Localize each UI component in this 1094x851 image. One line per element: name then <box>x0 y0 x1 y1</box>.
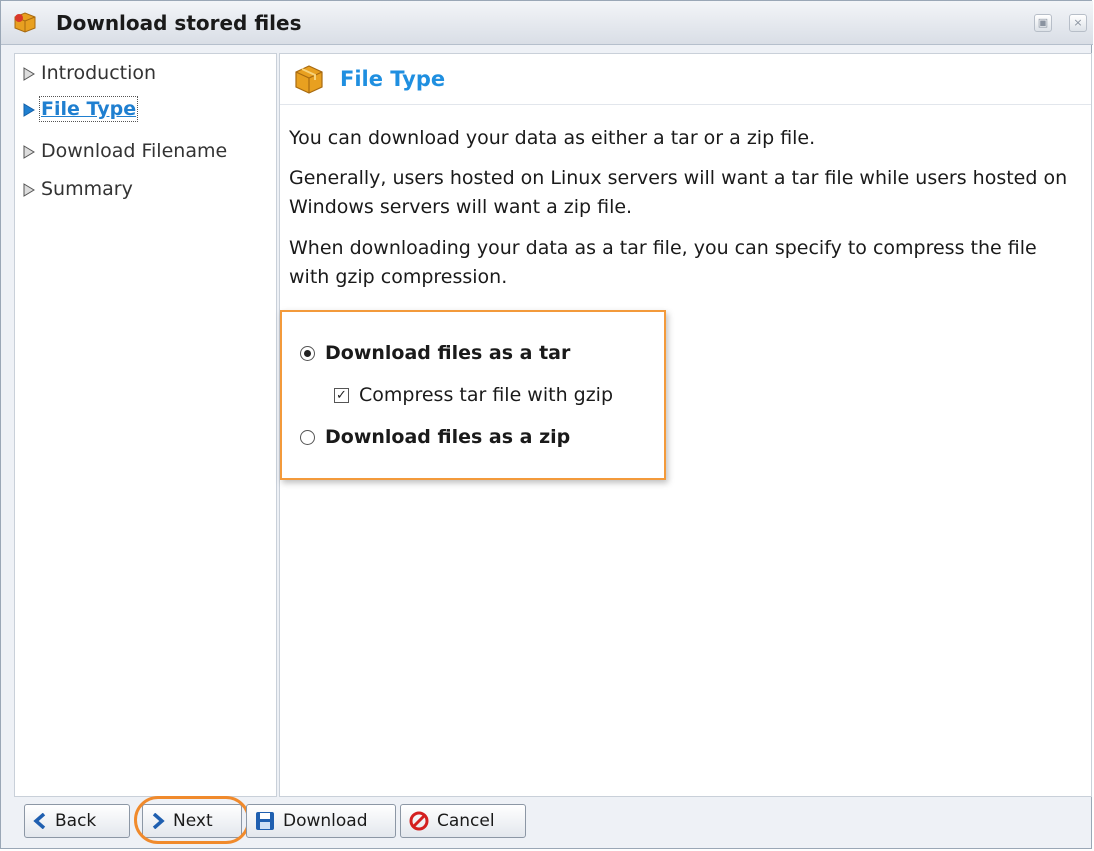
tar-option-label: Download files as a tar <box>325 342 571 364</box>
gzip-option-label: Compress tar file with gzip <box>359 384 614 406</box>
sidebar-item-label: Summary <box>41 178 133 200</box>
next-button-highlight <box>134 796 250 844</box>
tar-radio-button[interactable] <box>300 346 315 361</box>
wizard-button-bar: Back Next Download Cancel <box>14 796 1080 844</box>
file-type-options-box: Download files as a tar ✓ Compress tar fi… <box>280 310 666 480</box>
sidebar-item-introduction[interactable]: Introduction <box>23 62 156 84</box>
download-button[interactable]: Download <box>246 804 396 838</box>
back-button-label: Back <box>55 811 97 831</box>
zip-option-label: Download files as a zip <box>325 426 571 448</box>
sidebar-item-download-filename[interactable]: Download Filename <box>23 140 227 162</box>
save-disk-icon <box>256 812 274 830</box>
package-icon <box>14 12 36 33</box>
platform-paragraph: Generally, users hosted on Linux servers… <box>289 167 1068 218</box>
package-icon <box>295 65 323 94</box>
zip-radio-button[interactable] <box>300 430 315 445</box>
download-button-label: Download <box>283 811 368 831</box>
sidebar-item-label: Download Filename <box>41 140 228 162</box>
window-title: Download stored files <box>56 11 302 35</box>
cancel-button-label: Cancel <box>437 811 495 831</box>
triangle-right-icon <box>23 144 35 159</box>
zip-radio-option[interactable]: Download files as a zip <box>300 426 570 448</box>
triangle-right-icon <box>23 182 35 197</box>
sidebar-item-label: Introduction <box>41 62 157 84</box>
sidebar-item-label: File Type <box>38 96 139 122</box>
wizard-steps-sidebar: Introduction File Type Download Filename… <box>14 53 277 797</box>
page-title: File Type <box>340 67 446 91</box>
file-type-panel: File Type You can download your data as … <box>279 53 1092 797</box>
sidebar-item-file-type[interactable]: File Type <box>23 96 139 122</box>
triangle-right-icon <box>23 66 35 81</box>
restore-icon[interactable]: ▣ <box>1034 14 1052 32</box>
compression-paragraph: When downloading your data as a tar file… <box>289 237 1037 288</box>
chevron-left-icon <box>33 813 46 829</box>
download-stored-files-window: Download stored files ▣ × Introduction F… <box>0 0 1093 849</box>
title-bar[interactable]: Download stored files ▣ × <box>1 1 1093 45</box>
sidebar-item-summary[interactable]: Summary <box>23 178 133 200</box>
gzip-checkbox[interactable]: ✓ <box>334 388 349 403</box>
intro-paragraph: You can download your data as either a t… <box>289 127 816 149</box>
close-icon[interactable]: × <box>1069 14 1087 32</box>
panel-header: File Type <box>280 54 1091 105</box>
triangle-right-icon <box>23 102 35 117</box>
cancel-button[interactable]: Cancel <box>400 804 526 838</box>
gzip-checkbox-option[interactable]: ✓ Compress tar file with gzip <box>334 384 613 406</box>
back-button[interactable]: Back <box>24 804 130 838</box>
cancel-icon <box>409 811 429 831</box>
tar-radio-option[interactable]: Download files as a tar <box>300 342 570 364</box>
